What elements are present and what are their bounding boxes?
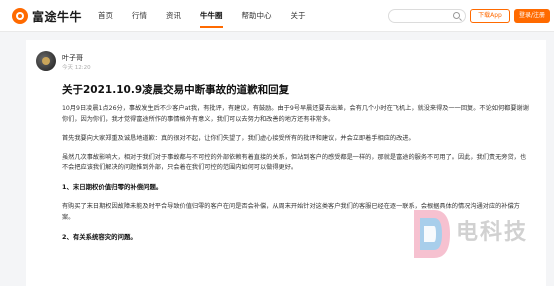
nav-item-community[interactable]: 牛牛圈 <box>200 0 223 32</box>
paragraph: 首先我要向大家郑重及诚恳地道歉：真的很对不起，让你们失望了，我们虚心接受所有的批… <box>62 134 415 142</box>
futu-logo[interactable]: 富途牛牛 <box>12 7 82 25</box>
post-title: 关于2021.10.9凌晨交易中断事故的道歉和回复 <box>62 84 290 96</box>
logo-text: 富途牛牛 <box>32 9 83 24</box>
section-heading: 1、末日期权价值归零的补偿问题。 <box>62 183 163 192</box>
avatar[interactable] <box>36 51 56 71</box>
main-nav: 首页 行情 资讯 牛牛圈 帮助中心 关于 <box>98 0 325 32</box>
nav-item-about[interactable]: 关于 <box>291 0 306 32</box>
watermark-logo-icon <box>414 210 450 258</box>
nav-item-help-center[interactable]: 帮助中心 <box>242 0 272 32</box>
futu-logo-icon <box>12 8 28 24</box>
search-icon[interactable] <box>453 12 460 19</box>
watermark-text: 电科技 <box>456 220 529 245</box>
search-input[interactable] <box>394 17 454 30</box>
search-box[interactable] <box>388 9 466 30</box>
nav-item-news[interactable]: 资讯 <box>166 0 181 32</box>
top-navigation-bar: 富途牛牛 首页 行情 资讯 牛牛圈 帮助中心 关于 下载App 登录/注册 <box>0 0 554 32</box>
paragraph: 10月9日凌晨1点26分，事故发生后不少客户at我，有批评，有建议，有鼓励。由于… <box>62 105 529 123</box>
download-app-button[interactable]: 下载App <box>470 9 510 23</box>
paragraph: 虽然几次事故影响大，相对于我们对于事故都与不可控的外部依赖有着直接的关系，但站到… <box>62 153 527 172</box>
login-register-button[interactable]: 登录/注册 <box>514 9 550 23</box>
post-timestamp: 今天 12:20 <box>62 65 91 71</box>
author-name[interactable]: 叶子哥 <box>62 53 83 63</box>
nav-item-home[interactable]: 首页 <box>98 0 113 32</box>
nav-item-quotes[interactable]: 行情 <box>132 0 147 32</box>
watermark: 电科技 <box>406 200 554 286</box>
